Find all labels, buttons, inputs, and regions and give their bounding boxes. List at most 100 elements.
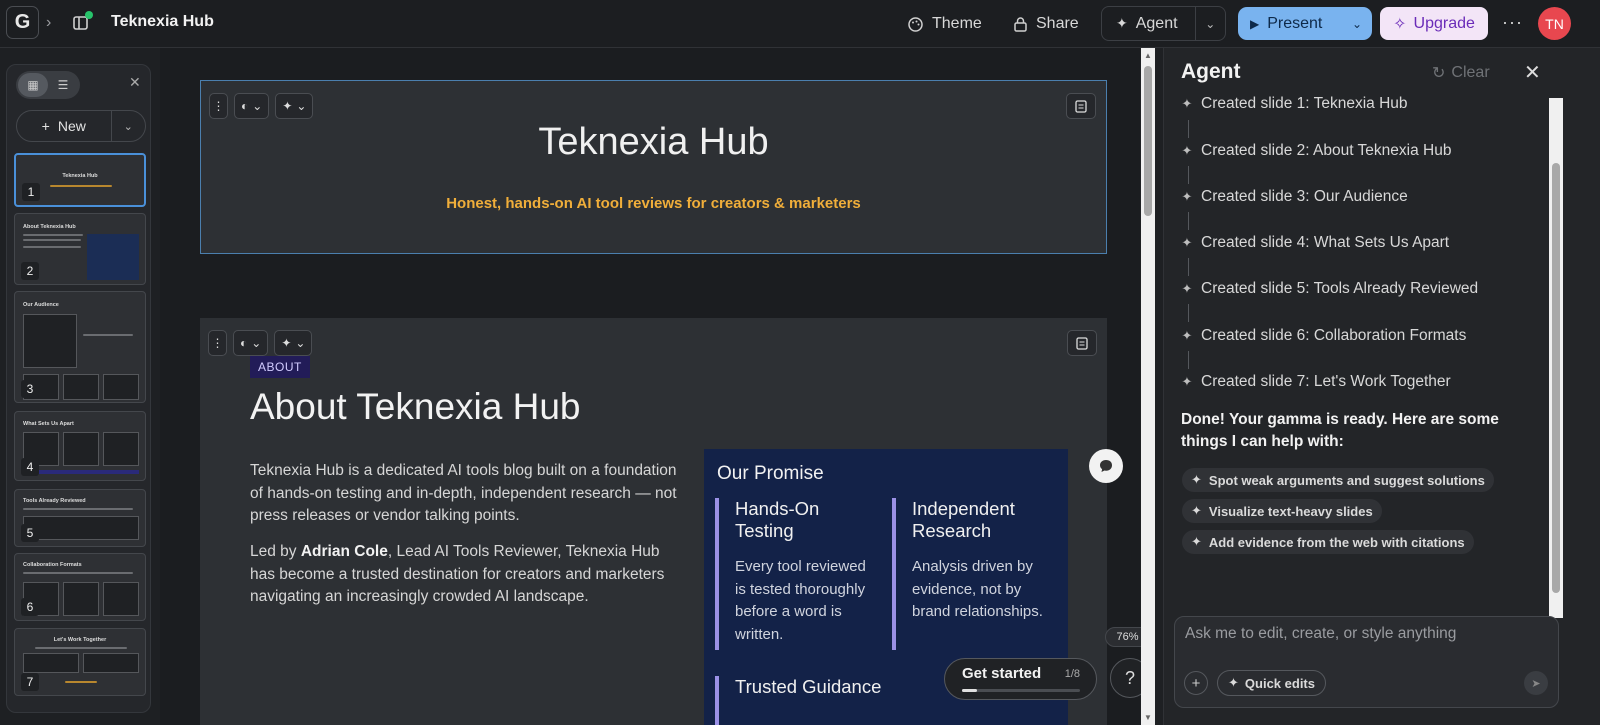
agent-scrollbar[interactable] [1549,98,1563,618]
top-bar: G › Teknexia Hub Theme Share ✦ Agent ⌄ ▶… [0,0,1600,48]
quick-edits-button[interactable]: ✦ Quick edits [1217,670,1326,696]
theme-label: Theme [932,15,982,32]
scroll-down-arrow-icon[interactable]: ▼ [1144,713,1152,722]
refresh-icon: ↻ [1432,65,1446,82]
slide-1-subtitle[interactable]: Honest, hands-on AI tool reviews for cre… [201,195,1106,212]
agent-step-label: Created slide 5: Tools Already Reviewed [1201,280,1479,297]
agent-input-box[interactable]: Ask me to edit, create, or style anythin… [1174,616,1559,708]
suggestion-chip[interactable]: ✦ Add evidence from the web with citation… [1182,530,1474,554]
canvas-scrollbar-thumb[interactable] [1144,66,1152,216]
agent-scrollbar-thumb[interactable] [1552,163,1560,593]
kebab-menu-icon[interactable]: ⋮ [209,93,228,119]
quick-edits-label: Quick edits [1244,675,1315,691]
chat-bubble-icon [1100,460,1112,472]
sparkle-icon: ✦ [282,99,293,113]
thumbnail-card [103,374,139,400]
slide-1-title[interactable]: Teknexia Hub [201,121,1106,164]
clear-button[interactable]: ↻ Clear [1432,63,1490,83]
theme-button[interactable]: Theme [899,8,990,40]
doc-panel-icon[interactable] [72,11,93,32]
list-view-icon[interactable]: ☰ [48,73,78,97]
suggestion-chip[interactable]: ✦ Visualize text-heavy slides [1182,499,1382,523]
agent-step: ✦ Created slide 3: Our Audience [1181,188,1408,206]
thumbnail-image [23,314,77,368]
thumbnail-line [83,334,133,336]
slide-1[interactable]: ⋮ ◐ ⌄ ✦ ⌄ Teknexia Hub Honest, hands-on AI… [200,80,1107,254]
thumbnail-box [87,234,139,280]
sparkle-icon: ✦ [1181,143,1193,158]
section-badge[interactable]: ABOUT [250,356,310,378]
speaker-notes-icon[interactable] [1067,330,1097,356]
slide-thumbnail-7[interactable]: Let's Work Together 7 [14,628,146,696]
slide-thumbnail-4[interactable]: What Sets Us Apart 4 [14,411,146,481]
slide-thumbnail-1[interactable]: Teknexia Hub 1 [14,153,146,207]
ai-edit-button[interactable]: ✦ ⌄ [274,330,313,356]
slide-thumbnail-6[interactable]: Collaboration Formats 6 [14,553,146,621]
slide-2-paragraph-2[interactable]: Led by Adrian Cole, Lead AI Tools Review… [250,541,680,609]
sparkle-icon: ✦ [1181,189,1193,204]
slide-thumbnail-3[interactable]: Our Audience 3 [14,291,146,403]
thumbnail-title: About Teknexia Hub [23,224,76,230]
sparkle-icon: ✦ [1181,235,1193,250]
slide-2-paragraph-1[interactable]: Teknexia Hub is a dedicated AI tools blo… [250,460,680,528]
thumbnail-title: Teknexia Hub [62,173,98,179]
new-label: New [57,118,86,134]
canvas-scrollbar[interactable]: ▲ ▼ [1141,48,1155,725]
thumbnail-line [35,647,127,649]
more-options-icon[interactable]: ··· [1502,12,1523,33]
new-dropdown-chevron-icon[interactable]: ⌄ [112,120,145,133]
thumbnail-subtitle-line [50,185,112,187]
sparkle-icon: ✦ [1191,472,1202,487]
chevron-right-icon[interactable]: › [46,14,51,32]
user-avatar[interactable]: TN [1538,7,1571,40]
para-prefix: Led by [250,543,301,560]
slide-thumbnail-panel: ▦ ☰ ✕ + New ⌄ Teknexia Hub 1 About Tekne… [6,64,151,713]
thumbnail-bar [23,470,139,474]
gamma-logo-icon[interactable]: G [6,6,39,39]
ai-edit-button[interactable]: ✦ ⌄ [275,93,314,119]
card-style-button[interactable]: ◐ ⌄ [234,93,270,119]
agent-dropdown-chevron-icon[interactable]: ⌄ [1196,17,1225,31]
present-button[interactable]: ▶ Present [1238,15,1342,33]
comment-button[interactable] [1089,449,1123,483]
agent-step-label: Created slide 4: What Sets Us Apart [1201,234,1450,251]
suggestion-label: Add evidence from the web with citations [1208,534,1465,550]
grid-view-icon[interactable]: ▦ [18,73,48,97]
new-slide-button[interactable]: + New [17,111,112,141]
step-connector [1188,212,1189,230]
close-agent-icon[interactable]: ✕ [1524,60,1541,85]
scroll-up-arrow-icon[interactable]: ▲ [1144,51,1152,60]
slide-thumbnail-5[interactable]: Tools Already Reviewed 5 [14,489,146,547]
thumbnail-number: 7 [21,673,39,691]
present-dropdown-chevron-icon[interactable]: ⌄ [1342,17,1372,31]
thumbnail-card [63,374,99,400]
upgrade-label: Upgrade [1413,14,1475,32]
sparkle-icon: ✦ [1116,15,1128,31]
card-style-button[interactable]: ◐ ⌄ [233,330,269,356]
thumbnail-title: Our Audience [23,302,59,308]
agent-button[interactable]: ✦ Agent [1102,7,1196,40]
promise-col2-heading: Independent Research [912,498,1015,541]
get-started-widget[interactable]: Get started 1/8 [944,658,1097,700]
kebab-menu-icon[interactable]: ⋮ [208,330,227,356]
upgrade-button[interactable]: ✧ Upgrade [1380,7,1488,40]
slide-thumbnail-2[interactable]: About Teknexia Hub 2 [14,213,146,285]
document-title[interactable]: Teknexia Hub [111,13,214,31]
share-button[interactable]: Share [1005,8,1087,40]
slide-2-title[interactable]: About Teknexia Hub [250,386,581,428]
thumbnail-card [23,653,79,673]
view-toggle: ▦ ☰ [16,71,80,99]
agent-input-placeholder[interactable]: Ask me to edit, create, or style anythin… [1185,625,1456,643]
attach-plus-icon[interactable]: + [1184,671,1208,695]
sparkle-icon: ✦ [1228,675,1239,690]
step-connector [1188,120,1189,138]
agent-step: ✦ Created slide 7: Let's Work Together [1181,373,1451,391]
speaker-notes-icon[interactable] [1066,93,1096,119]
send-icon[interactable]: ➤ [1524,671,1548,695]
share-label: Share [1036,15,1079,32]
close-panel-icon[interactable]: ✕ [129,74,141,91]
sparkle-icon: ✦ [1181,328,1193,343]
new-slide-button-group: + New ⌄ [16,110,146,142]
suggestion-chip[interactable]: ✦ Spot weak arguments and suggest solutio… [1182,468,1494,492]
palette-icon: ◐ [240,336,248,350]
